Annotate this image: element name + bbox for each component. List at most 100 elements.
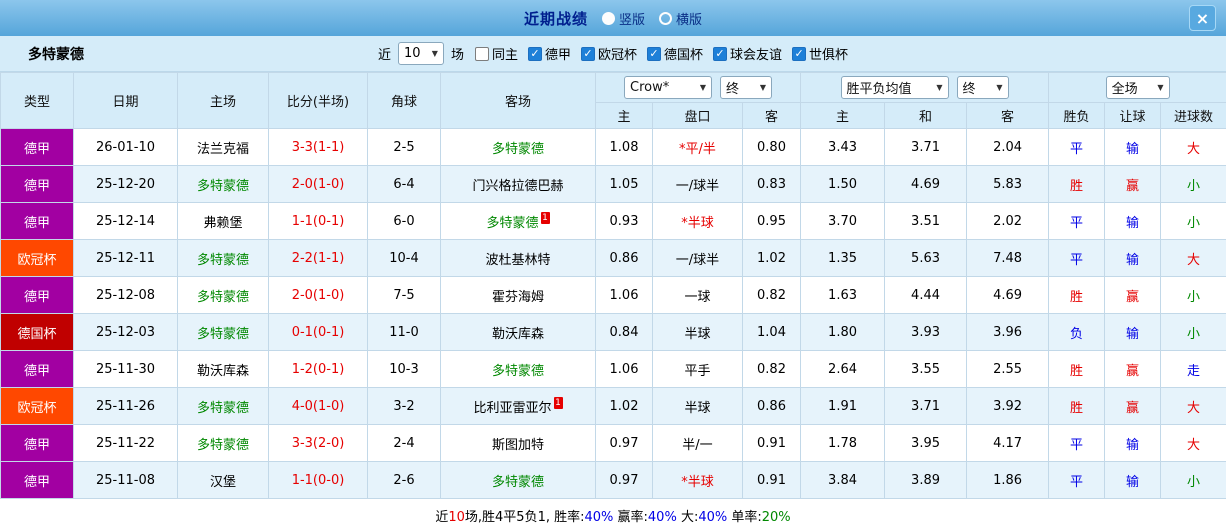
score-cell: 4-0(1-0)	[268, 387, 368, 425]
match-row: 德甲 26-01-10 法兰克福 3-3(1-1) 2-5 多特蒙德 1.08 *平/半 0.8…	[0, 128, 1226, 166]
filter-checkbox[interactable]: 世俱杯	[792, 44, 848, 63]
col-header-handicap-result: 让球	[1104, 102, 1162, 129]
col-header-date: 日期	[73, 72, 178, 129]
col-header-handicap: 盘口	[652, 102, 743, 129]
col-header-euro-home: 主	[800, 102, 886, 129]
euro-away-odds-cell: 3.92	[966, 387, 1050, 425]
league-cell: 欧冠杯	[0, 239, 74, 277]
asian-home-odds-cell: 1.06	[595, 276, 653, 314]
match-row: 德甲 25-11-08 汉堡 1-1(0-0) 2-6 多特蒙德 0.97 *半球 0.91 3.…	[0, 461, 1226, 499]
home-team-cell: 多特蒙德	[177, 276, 269, 314]
asian-away-odds-cell: 1.04	[741, 313, 802, 351]
handicap-cell: 一/球半	[652, 165, 743, 203]
filters: 近 10 ▼ 场 同主 德甲 欧冠杯 德国杯 球会友谊 世俱杯	[378, 42, 848, 65]
close-button[interactable]: ×	[1189, 5, 1216, 31]
games-label: 场	[450, 48, 464, 63]
handicap-result-cell: 输	[1104, 202, 1162, 240]
euro-draw-odds-cell: 5.63	[884, 239, 968, 277]
result-cell: 胜	[1048, 165, 1106, 203]
asian-home-odds-cell: 1.05	[595, 165, 653, 203]
goals-cell: 走	[1160, 350, 1226, 388]
col-header-euro-draw: 和	[884, 102, 968, 129]
away-team-cell: 多特蒙德	[440, 350, 596, 388]
checkbox-checked-icon	[527, 46, 542, 61]
euro-odds-select[interactable]: 胜平负均值 ▼	[840, 76, 949, 99]
date-cell: 25-12-14	[73, 202, 178, 240]
asian-away-odds-cell: 0.80	[741, 128, 802, 166]
asian-away-odds-cell: 0.83	[741, 165, 802, 203]
team-name: 多特蒙德	[28, 46, 84, 63]
league-cell: 德甲	[0, 165, 74, 203]
col-header-asian-home: 主	[595, 102, 653, 129]
home-team-cell: 多特蒙德	[177, 313, 269, 351]
away-team-cell: 波杜基林特	[440, 239, 596, 277]
filter-checkbox[interactable]: 德国杯	[647, 44, 703, 63]
handicap-result-cell: 输	[1104, 239, 1162, 277]
handicap-result-cell: 输	[1104, 313, 1162, 351]
chevron-down-icon: ▼	[1157, 83, 1164, 92]
recent-label: 近	[377, 48, 391, 63]
match-row: 德甲 25-11-30 勒沃库森 1-2(0-1) 10-3 多特蒙德 1.06 平手 0.82…	[0, 350, 1226, 388]
chevron-down-icon: ▼	[996, 83, 1003, 92]
result-cell: 平	[1048, 461, 1106, 499]
asian-away-odds-cell: 0.82	[741, 350, 802, 388]
corners-cell: 2-6	[367, 461, 441, 499]
handicap-cell: 平手	[652, 350, 743, 388]
euro-home-odds-cell: 1.63	[800, 276, 886, 314]
checkbox-checked-icon	[647, 46, 662, 61]
filter-checkbox[interactable]: 德甲	[527, 44, 571, 63]
corners-cell: 11-0	[367, 313, 441, 351]
scope-select[interactable]: 全场 ▼	[1105, 76, 1170, 99]
match-row: 欧冠杯 25-12-11 多特蒙德 2-2(1-1) 10-4 波杜基林特 0.86 一/球半…	[0, 239, 1226, 277]
result-cell: 平	[1048, 128, 1106, 166]
euro-final-select[interactable]: 终 ▼	[956, 76, 1009, 99]
euro-away-odds-cell: 1.86	[966, 461, 1050, 499]
asian-away-odds-cell: 0.91	[741, 424, 802, 462]
date-cell: 25-11-30	[73, 350, 178, 388]
euro-away-odds-cell: 4.69	[966, 276, 1050, 314]
recent-count-select[interactable]: 10 ▼	[397, 42, 444, 65]
asian-home-odds-cell: 1.08	[595, 128, 653, 166]
filter-checkbox[interactable]: 同主	[474, 44, 518, 63]
date-cell: 25-12-03	[73, 313, 178, 351]
col-header-goals: 进球数	[1160, 102, 1226, 129]
euro-home-odds-cell: 1.78	[800, 424, 886, 462]
euro-away-odds-cell: 7.48	[966, 239, 1050, 277]
euro-draw-odds-cell: 3.93	[884, 313, 968, 351]
away-team-cell: 斯图加特	[440, 424, 596, 462]
handicap-cell: 一球	[652, 276, 743, 314]
league-cell: 德甲	[0, 128, 74, 166]
recent-results-panel: 近期战绩 竖版 横版 × 多特蒙德 近 10 ▼ 场 同主德甲欧冠杯德国杯球会友…	[0, 0, 1226, 532]
summary-segment: 近	[435, 510, 449, 525]
home-team-cell: 弗赖堡	[177, 202, 269, 240]
summary-segment: 场,胜4平5负1, 胜率:	[464, 510, 585, 525]
handicap-result-cell: 赢	[1104, 350, 1162, 388]
layout-radio-horizontal[interactable]: 横版	[659, 9, 702, 28]
filter-bar: 多特蒙德 近 10 ▼ 场 同主 德甲 欧冠杯 德国杯 球会友谊 世俱杯	[0, 36, 1226, 72]
close-icon: ×	[1195, 8, 1210, 28]
result-cell: 平	[1048, 202, 1106, 240]
away-team-cell: 勒沃库森	[440, 313, 596, 351]
asian-away-odds-cell: 0.82	[741, 276, 802, 314]
odds-company-select[interactable]: Crow* ▼	[624, 76, 713, 99]
layout-radio-vertical[interactable]: 竖版	[601, 9, 645, 28]
league-cell: 欧冠杯	[0, 387, 74, 425]
league-cell: 德甲	[0, 276, 74, 314]
corners-cell: 2-5	[367, 128, 441, 166]
summary-bar: 近10场,胜4平5负1, 胜率:40% 赢率:40% 大:40% 单率:20%	[0, 499, 1226, 532]
asian-final-value: 终	[726, 82, 740, 97]
handicap-result-cell: 赢	[1104, 276, 1162, 314]
euro-odds-header: 胜平负均值 ▼ 终 ▼	[800, 72, 1050, 103]
handicap-result-cell: 输	[1104, 424, 1162, 462]
summary-segment: 10	[448, 510, 465, 525]
result-cell: 平	[1048, 239, 1106, 277]
euro-away-odds-cell: 4.17	[966, 424, 1050, 462]
summary-segment: 大:	[676, 510, 699, 525]
result-header: 全场 ▼	[1048, 72, 1226, 103]
asian-final-select[interactable]: 终 ▼	[720, 76, 773, 99]
euro-away-odds-cell: 3.96	[966, 313, 1050, 351]
filter-checkbox[interactable]: 球会友谊	[713, 44, 782, 63]
filter-checkbox[interactable]: 欧冠杯	[581, 44, 637, 63]
filter-checkbox-label: 同主	[491, 48, 518, 63]
checkbox-unchecked-icon	[474, 46, 489, 61]
